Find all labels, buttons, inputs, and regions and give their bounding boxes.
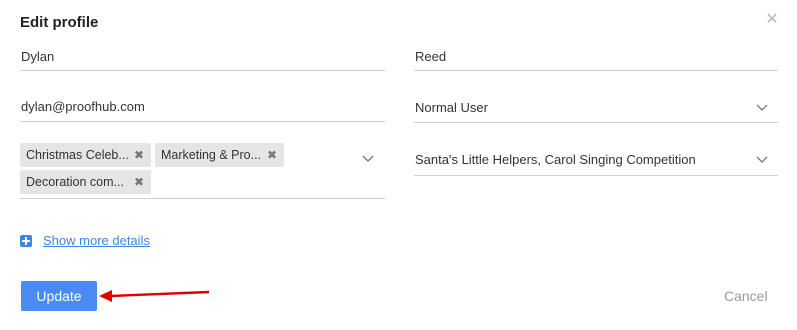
update-button[interactable]: Update (21, 281, 97, 311)
group-tag: Marketing & Pro... ✖ (155, 143, 284, 167)
first-name-value: Dylan (21, 49, 55, 64)
first-name-field[interactable]: Dylan (20, 46, 385, 71)
group-tag-label: Marketing & Pro... (161, 148, 262, 162)
groups-multiselect[interactable]: Christmas Celeb... ✖ Marketing & Pro... … (20, 142, 385, 199)
plus-icon (20, 235, 32, 247)
show-more-details-link[interactable]: Show more details (43, 233, 150, 248)
remove-tag-icon[interactable]: ✖ (134, 170, 144, 194)
group-tag: Christmas Celeb... ✖ (20, 143, 151, 167)
chevron-down-icon (362, 155, 374, 163)
teams-value: Santa's Little Helpers, Carol Singing Co… (415, 152, 696, 167)
cancel-button[interactable]: Cancel (724, 288, 768, 304)
dialog-title: Edit profile (20, 14, 99, 31)
remove-tag-icon[interactable]: ✖ (134, 143, 144, 167)
group-tag-label: Christmas Celeb... (26, 148, 129, 162)
chevron-down-icon (756, 104, 768, 112)
group-tag-label: Decoration com... (26, 175, 124, 189)
email-value: dylan@proofhub.com (21, 99, 145, 114)
close-icon[interactable]: ✕ (764, 12, 780, 28)
group-tag: Decoration com... ✖ (20, 170, 151, 194)
role-select[interactable]: Normal User (414, 96, 778, 123)
chevron-down-icon (756, 156, 768, 164)
last-name-field[interactable]: Reed (414, 46, 778, 71)
teams-select[interactable]: Santa's Little Helpers, Carol Singing Co… (414, 148, 778, 176)
last-name-value: Reed (415, 49, 447, 64)
email-field[interactable]: dylan@proofhub.com (20, 96, 385, 122)
remove-tag-icon[interactable]: ✖ (267, 143, 277, 167)
role-value: Normal User (415, 100, 488, 115)
annotation-arrow-icon (99, 290, 210, 302)
